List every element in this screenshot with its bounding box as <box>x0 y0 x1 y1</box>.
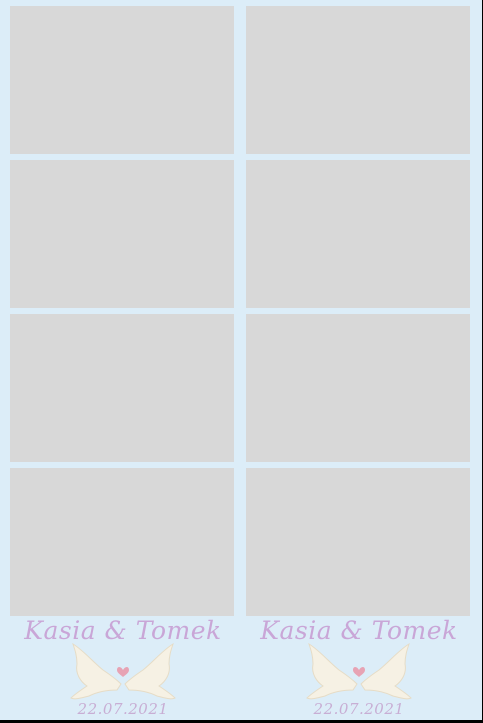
photo-slot-4 <box>10 468 234 616</box>
photo-slot-1 <box>10 6 234 154</box>
heart-icon <box>353 667 365 677</box>
doves-icon <box>306 642 412 700</box>
photo-strip-sheet: Kasia & Tomek 22.07.2021 Kasia & Tomek 2… <box>0 0 482 720</box>
photo-slot-4 <box>246 468 470 616</box>
doves-icon <box>70 642 176 700</box>
photo-slot-2 <box>10 160 234 308</box>
photo-slot-1 <box>246 6 470 154</box>
event-date: 22.07.2021 <box>77 700 169 718</box>
photo-strip-left: Kasia & Tomek 22.07.2021 <box>5 0 241 720</box>
heart-icon <box>117 667 129 677</box>
event-date: 22.07.2021 <box>313 700 405 718</box>
photo-slot-2 <box>246 160 470 308</box>
photo-strip-right: Kasia & Tomek 22.07.2021 <box>241 0 477 720</box>
photo-slot-3 <box>10 314 234 462</box>
photo-slot-3 <box>246 314 470 462</box>
